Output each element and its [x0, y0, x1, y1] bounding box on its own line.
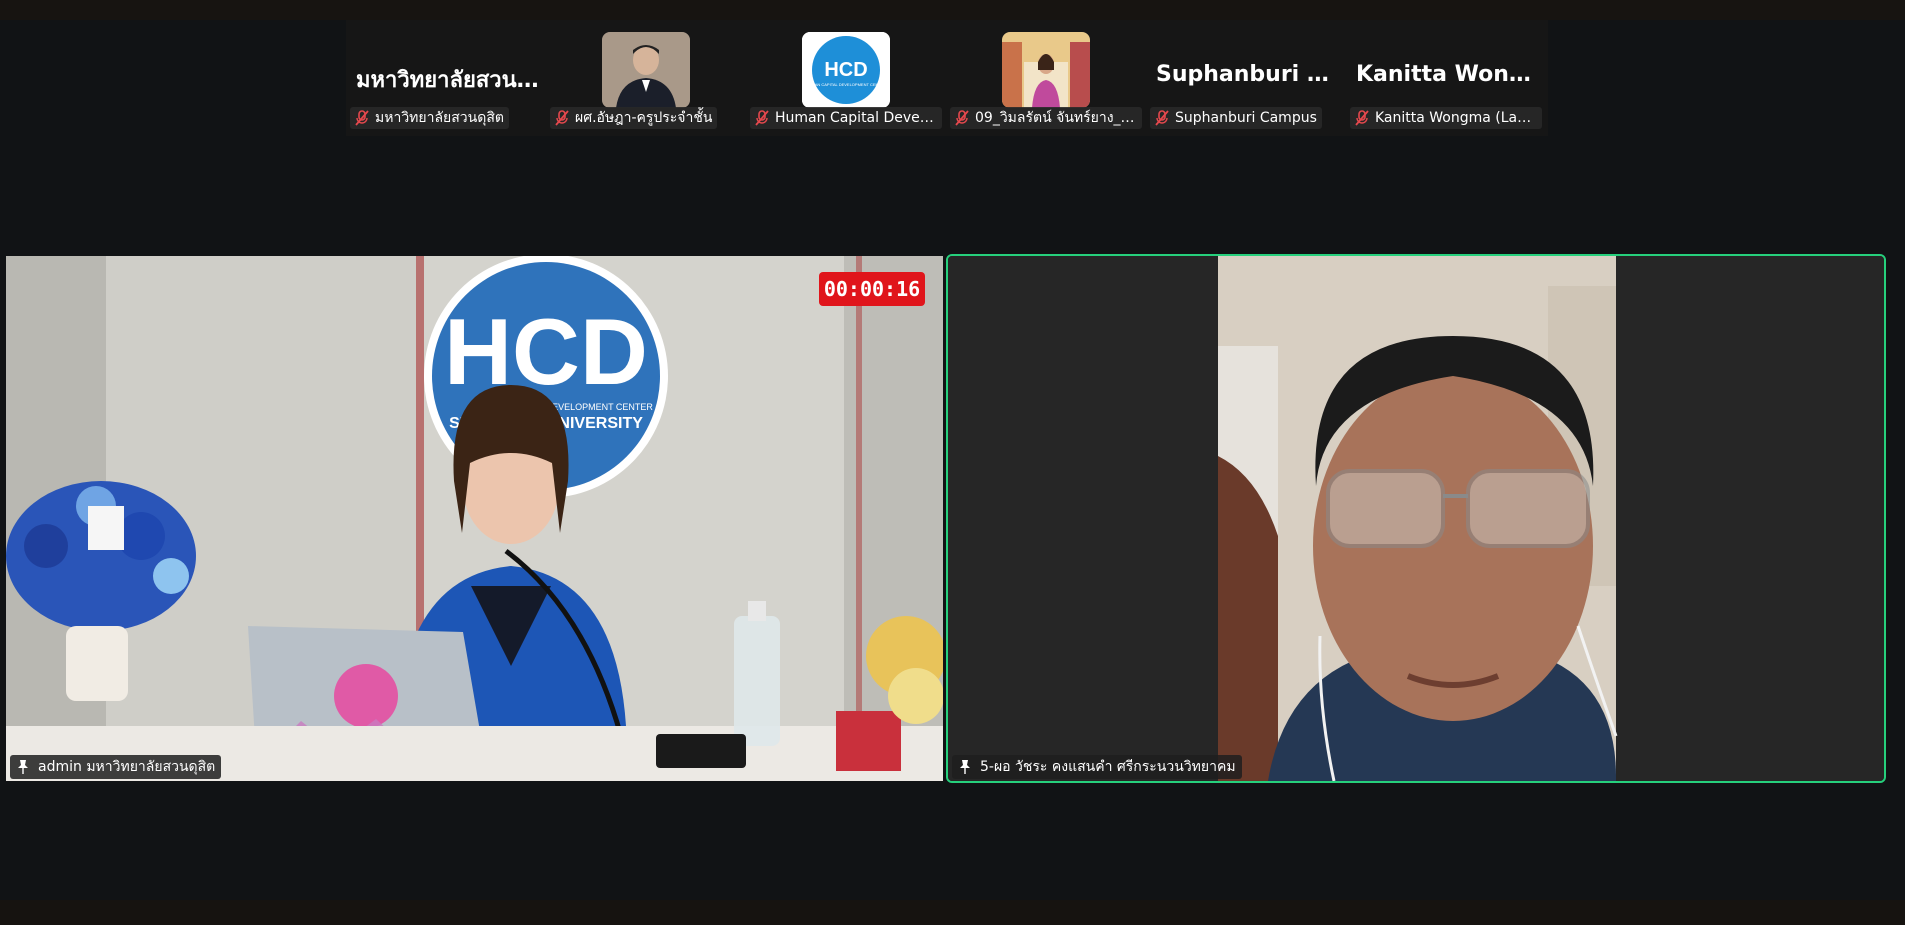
participant-thumbnail[interactable]: ผศ.อัษฎา-ครูประจำชั้น — [546, 20, 746, 136]
participant-name-label: Kanitta Wongma (Laor... — [1350, 107, 1542, 129]
video-tile-active-speaker[interactable]: 5-ผอ วัชระ คงแสนคำ ศรีกระนวนวิทยาคม — [946, 254, 1886, 783]
hcd-logo-avatar: HCD HUMAN CAPITAL DEVELOPMENT CENTER — [802, 32, 890, 108]
pin-icon — [960, 760, 970, 774]
participant-display-name: มหาวิทยาลัยสวน... — [356, 68, 541, 93]
presenter-video-frame: HCD HUMAN CAPITAL DEVELOPMENT CENTER SUA… — [6, 256, 943, 781]
presenter-name-label: admin มหาวิทยาลัยสวนดุสิต — [10, 755, 222, 779]
speaker-video-frame — [948, 256, 1884, 781]
participant-name-label: ผศ.อัษฎา-ครูประจำชั้น — [550, 107, 718, 129]
participant-thumbnail[interactable]: HCD HUMAN CAPITAL DEVELOPMENT CENTER Hum… — [746, 20, 946, 136]
participant-display-name: Kanitta Wongm... — [1356, 62, 1541, 87]
participant-name: มหาวิทยาลัยสวนดุสิต — [375, 110, 504, 126]
participant-name-label: มหาวิทยาลัยสวนดุสิต — [350, 107, 509, 129]
participant-thumbnail-strip: มหาวิทยาลัยสวน... มหาวิทยาลัยสวนดุสิต ผศ… — [346, 20, 1548, 136]
mic-off-icon — [1155, 110, 1169, 126]
recording-timer: 00:00:16 — [819, 272, 925, 306]
mic-off-icon — [755, 110, 769, 126]
participant-name: Kanitta Wongma (Laor... — [1375, 110, 1537, 126]
participant-thumbnail[interactable]: 09_วิมลรัตน์ จันทร์ยาง_ผ... — [946, 20, 1146, 136]
participant-avatar — [1002, 32, 1090, 108]
participant-thumbnail[interactable]: มหาวิทยาลัยสวน... มหาวิทยาลัยสวนดุสิต — [346, 20, 546, 136]
bottom-window-strip — [0, 900, 1905, 925]
speaker-name-label: 5-ผอ วัชระ คงแสนคำ ศรีกระนวนวิทยาคม — [952, 755, 1242, 779]
participant-thumbnail[interactable]: Suphanburi Ca... Suphanburi Campus — [1146, 20, 1346, 136]
participant-avatar — [602, 32, 690, 108]
speaker-name: 5-ผอ วัชระ คงแสนคำ ศรีกระนวนวิทยาคม — [980, 759, 1236, 775]
participant-name-label: 09_วิมลรัตน์ จันทร์ยาง_ผ... — [950, 107, 1142, 129]
svg-text:HUMAN CAPITAL DEVELOPMENT CENT: HUMAN CAPITAL DEVELOPMENT CENTER — [806, 82, 887, 87]
hcd-logo-text: HCD — [444, 299, 648, 404]
video-tile-presenter[interactable]: HCD HUMAN CAPITAL DEVELOPMENT CENTER SUA… — [6, 256, 943, 781]
participant-name-label: Human Capital Develo... — [750, 107, 942, 129]
mic-off-icon — [955, 110, 969, 126]
mic-off-icon — [1355, 110, 1369, 126]
mic-off-icon — [555, 110, 569, 126]
participant-name: 09_วิมลรัตน์ จันทร์ยาง_ผ... — [975, 110, 1137, 126]
participant-name: Suphanburi Campus — [1175, 110, 1317, 126]
svg-text:HCD: HCD — [824, 59, 867, 81]
top-window-strip — [0, 0, 1905, 20]
presenter-name: admin มหาวิทยาลัยสวนดุสิต — [38, 759, 216, 775]
participant-name: ผศ.อัษฎา-ครูประจำชั้น — [575, 110, 713, 126]
participant-display-name: Suphanburi Ca... — [1156, 62, 1341, 87]
pin-icon — [18, 760, 28, 774]
participant-name-label: Suphanburi Campus — [1150, 107, 1322, 129]
participant-thumbnail[interactable]: Kanitta Wongm... Kanitta Wongma (Laor... — [1346, 20, 1546, 136]
mic-off-icon — [355, 110, 369, 126]
participant-name: Human Capital Develo... — [775, 110, 937, 126]
